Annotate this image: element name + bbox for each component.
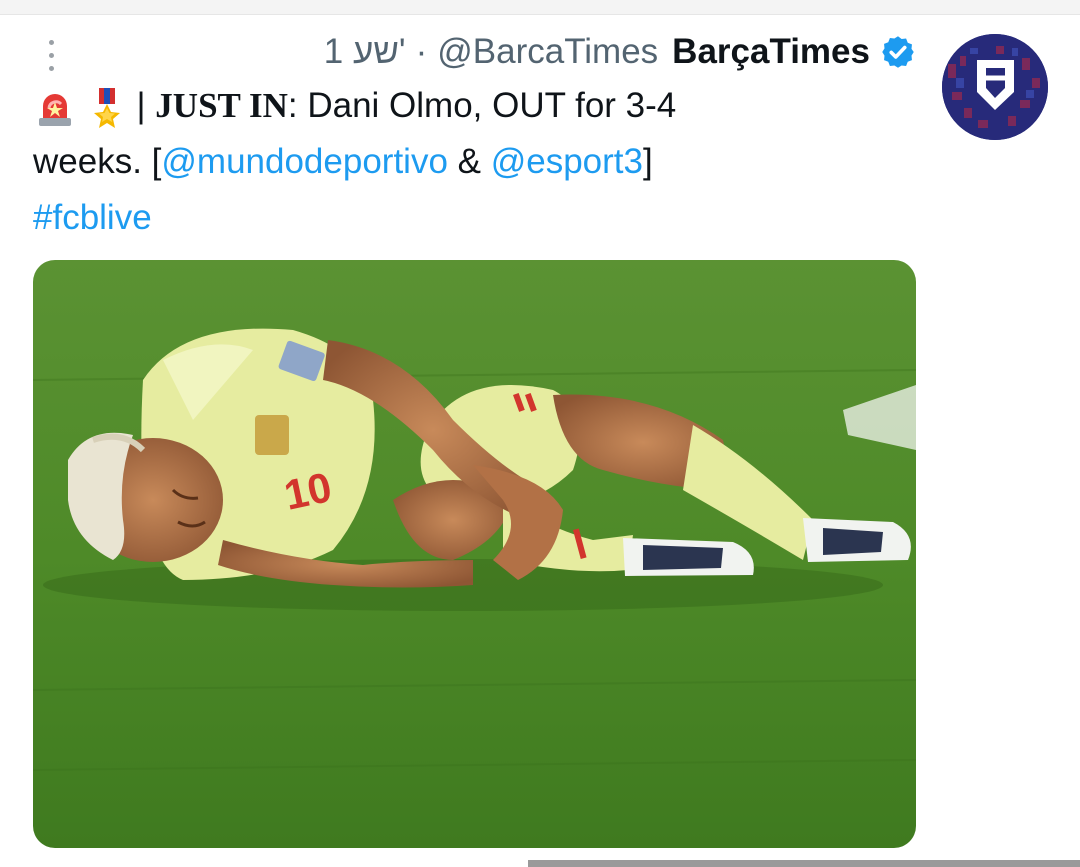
- tweet-line-2: weeks. [@mundodeportivo & @esport3]: [33, 134, 913, 190]
- top-edge-bar: [0, 0, 1080, 15]
- bottom-edge-bar: [528, 860, 1080, 867]
- header-separator: ·: [415, 32, 428, 71]
- mention-mundodeportivo[interactable]: @mundodeportivo: [161, 142, 448, 181]
- rotating-light-icon: [39, 93, 71, 126]
- tweet-timestamp[interactable]: 1 שע': [324, 32, 406, 72]
- more-options-icon[interactable]: [40, 36, 64, 76]
- tweet-photo[interactable]: 10: [33, 260, 916, 848]
- ampersand-text: &: [447, 142, 491, 181]
- author-avatar[interactable]: [942, 34, 1048, 140]
- author-handle[interactable]: @BarcaTimes: [437, 32, 658, 72]
- tweet-header: 1 שע' · @BarcaTimes BarçaTimes: [324, 28, 916, 76]
- svg-text:10: 10: [280, 463, 335, 519]
- tweet-line-1: | JUST IN: Dani Olmo, OUT for 3-4: [33, 78, 913, 134]
- author-display-name[interactable]: BarçaTimes: [672, 32, 870, 72]
- tweet-text-weeks: weeks. [: [33, 142, 162, 181]
- mention-esport3[interactable]: @esport3: [491, 142, 643, 181]
- tweet-text-headline: : Dani Olmo, OUT for 3-4: [287, 86, 677, 125]
- tweet-text: | JUST IN: Dani Olmo, OUT for 3-4 weeks.…: [33, 78, 913, 246]
- closing-bracket: ]: [643, 142, 653, 181]
- injured-player-photo: 10: [33, 260, 916, 848]
- tweet-line-3: #fcblive: [33, 190, 913, 246]
- just-in-label: JUST IN: [155, 86, 288, 125]
- pipe-separator: |: [136, 86, 146, 125]
- military-medal-icon: [93, 87, 120, 128]
- barcatimes-logo-icon: [942, 34, 1048, 140]
- verified-badge-icon: [882, 36, 914, 68]
- hashtag-fcblive[interactable]: #fcblive: [33, 198, 152, 237]
